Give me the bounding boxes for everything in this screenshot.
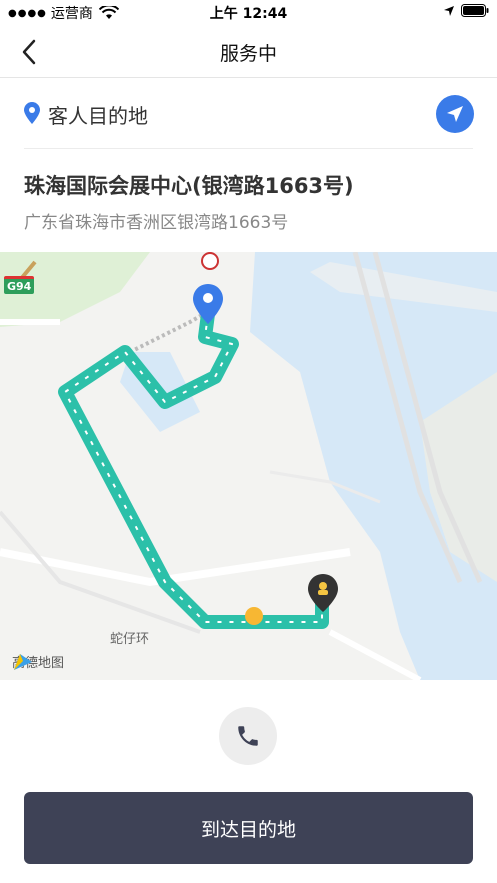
driver-marker [308,574,338,612]
page-title: 服务中 [219,43,277,65]
navigation-arrow-icon [447,106,463,122]
location-pin-icon [24,102,40,124]
destination-label: 客人目的地 [48,104,148,128]
map-place-label: 蛇仔环 [110,632,150,647]
nav-bar: 服务中 [0,24,497,78]
location-arrow-icon [444,5,454,16]
amap-logo-icon [14,654,32,670]
map-canvas [0,252,497,680]
status-right [443,4,489,17]
map-provider-logo: 高德地图 [12,652,64,671]
route-map[interactable]: G94 蛇仔环 高德地图 [0,252,497,680]
navigate-button[interactable] [436,95,474,133]
status-time: 上午 12:44 [209,6,288,22]
place-address: 广东省珠海市香洲区银湾路1663号 [24,213,289,233]
status-bar: ●●●● 运营商 上午 12:44 [0,0,497,24]
destination-marker [193,284,223,324]
call-button[interactable] [219,707,277,765]
highway-badge: G94 [4,276,35,294]
divider [24,148,473,149]
place-name: 珠海国际会展中心(银湾路1663号) [24,174,354,198]
arrive-destination-button[interactable]: 到达目的地 [24,792,473,864]
phone-icon [238,726,258,746]
destination-header: 客人目的地 [0,78,497,150]
battery-icon [461,4,489,17]
